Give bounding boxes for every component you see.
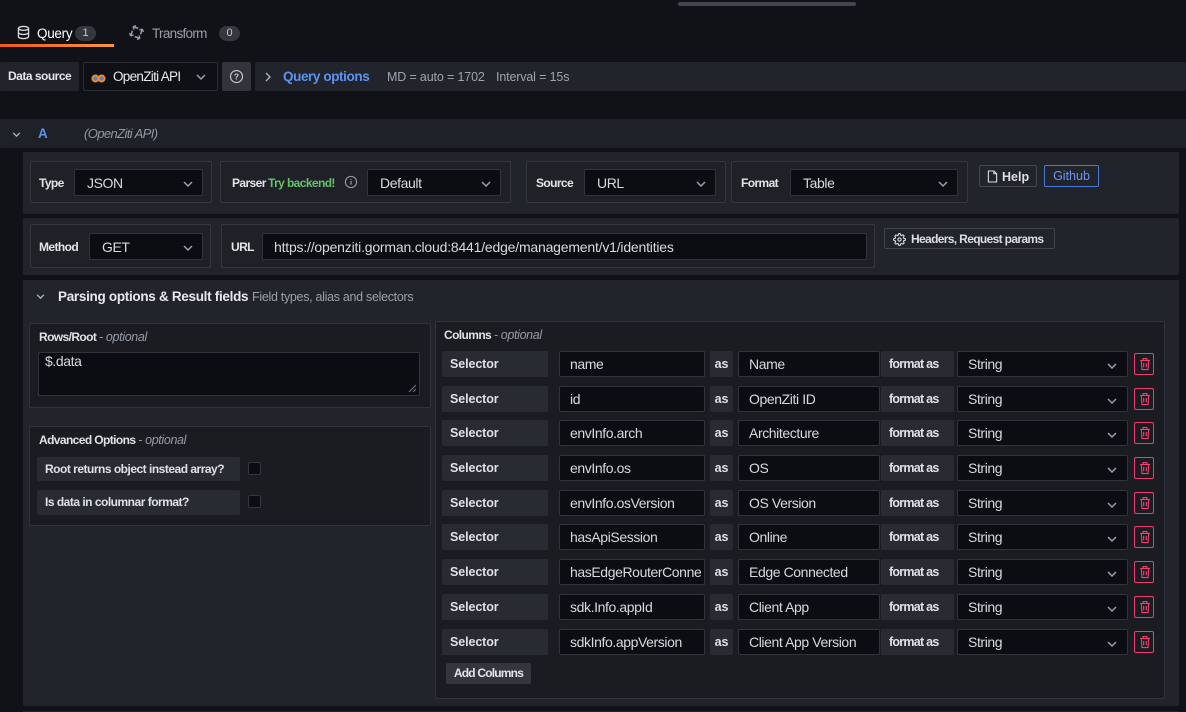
svg-text:?: ? [234,72,239,82]
